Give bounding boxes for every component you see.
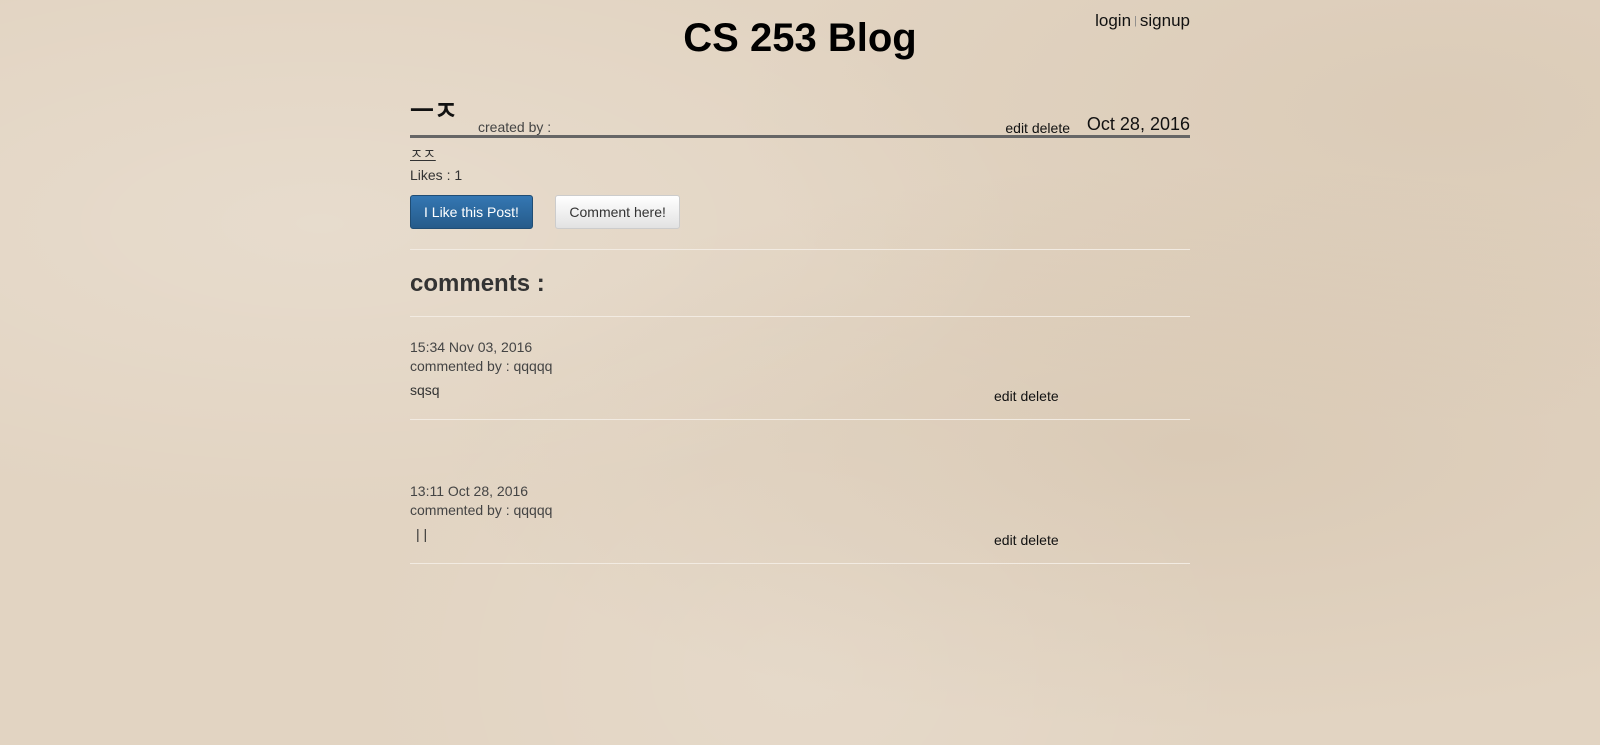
auth-separator: | bbox=[1134, 15, 1137, 27]
comment-edit-link[interactable]: edit bbox=[994, 388, 1017, 404]
comment-actions: edit delete bbox=[994, 532, 1059, 548]
post-title: ㅡㅈ bbox=[410, 96, 458, 126]
post-author: created by : bbox=[478, 119, 552, 135]
likes-count: Likes : 1 bbox=[410, 167, 463, 183]
post-edit-link[interactable]: edit bbox=[1005, 120, 1028, 136]
comment-spacer bbox=[410, 420, 1190, 461]
main-content: ㅡㅈ created by : edit delete Oct 28, 2016… bbox=[410, 96, 1190, 564]
comment-delete-link[interactable]: delete bbox=[1020, 532, 1058, 548]
comment-author: commented by : qqqqq bbox=[410, 502, 553, 518]
comment-item: 15:34 Nov 03, 2016 commented by : qqqqq … bbox=[410, 317, 1190, 420]
post-button-row: I Like this Post! Comment here! bbox=[410, 195, 1190, 230]
comment-here-button[interactable]: Comment here! bbox=[555, 195, 680, 229]
divider bbox=[410, 249, 1190, 250]
post-header: ㅡㅈ created by : edit delete Oct 28, 2016 bbox=[410, 96, 1190, 138]
comment-timestamp: 13:11 Oct 28, 2016 bbox=[410, 483, 529, 499]
post-body: ㅈㅈ bbox=[410, 146, 436, 162]
comment-timestamp: 15:34 Nov 03, 2016 bbox=[410, 339, 533, 355]
comments-heading: comments : bbox=[410, 270, 545, 297]
like-post-button[interactable]: I Like this Post! bbox=[410, 195, 533, 229]
post-date: Oct 28, 2016 bbox=[1086, 114, 1190, 134]
comment-author: commented by : qqqqq bbox=[410, 358, 553, 374]
post-delete-link[interactable]: delete bbox=[1032, 120, 1070, 136]
comment-actions: edit delete bbox=[994, 388, 1059, 404]
comment-item: 13:11 Oct 28, 2016 commented by : qqqqq … bbox=[410, 461, 1190, 564]
comment-edit-link[interactable]: edit bbox=[994, 532, 1017, 548]
auth-links: login | signup bbox=[1095, 11, 1190, 31]
post-actions: edit delete bbox=[1005, 120, 1070, 136]
comment-body: | | bbox=[416, 526, 428, 542]
site-title: CS 253 Blog bbox=[683, 16, 917, 60]
comment-delete-link[interactable]: delete bbox=[1020, 388, 1058, 404]
comment-body: sqsq bbox=[410, 382, 440, 398]
signup-link[interactable]: signup bbox=[1140, 11, 1190, 30]
login-link[interactable]: login bbox=[1095, 11, 1131, 30]
